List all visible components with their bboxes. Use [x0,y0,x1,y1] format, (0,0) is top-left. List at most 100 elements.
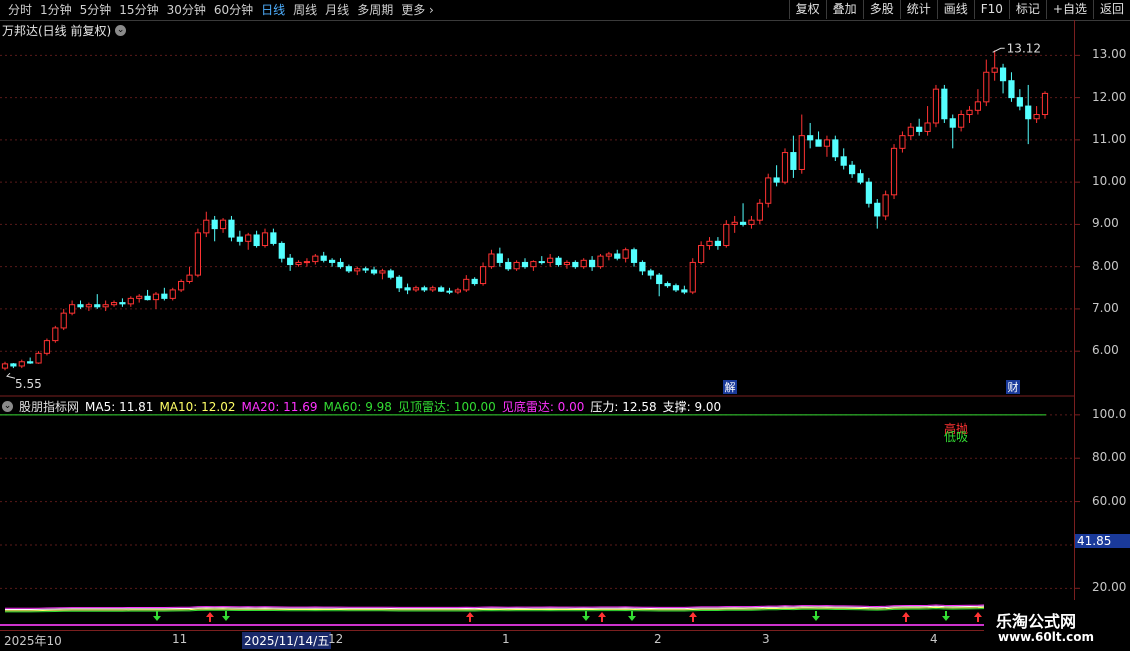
kline-chart[interactable]: 13.125.55 解财高抛低吸 [0,0,1130,650]
candle-body [714,240,722,247]
candle-body [471,278,478,285]
candle-body [136,295,143,299]
price-tick-label: 6.00 [1092,343,1119,358]
candle-body [194,232,202,276]
candle-body [127,297,134,305]
price-tick-label: 11.00 [1092,131,1127,146]
candle-body [798,135,805,170]
candle-body [404,287,411,291]
candle-body [496,253,503,263]
candle-body [731,221,738,225]
candle-body [354,268,361,272]
candle-body [412,287,420,291]
candle-body [219,219,227,230]
candle-body [983,71,990,103]
candle-body [513,261,520,270]
candle-body [857,173,864,183]
candle-body [932,88,940,124]
candle-body [446,290,453,293]
candle-body [1041,92,1049,116]
candle-body [295,261,302,266]
indicator-tick-label: 20.00 [1092,580,1127,595]
date-label: 2025/11/14/五 [242,632,332,649]
candle-body [723,223,730,247]
candle-body [790,152,797,170]
candle-body [865,181,872,204]
candle-body [27,361,34,364]
candle-body [362,268,369,271]
candle-body [345,266,352,272]
candle-body [245,234,252,242]
candle-body [312,255,319,263]
candle-body [748,219,755,225]
candle-body [538,261,545,264]
sell-arrow-icon [812,616,820,621]
candle-body [161,293,168,299]
candle-body [18,361,25,367]
candle-body [597,255,604,268]
sell-arrow-icon [628,616,636,621]
candle-body [882,194,889,217]
date-label: 2025年10 [4,634,62,648]
candle-body [874,202,881,217]
date-label: 4 [930,632,938,646]
candle-body [815,139,822,147]
candle-body [974,101,982,111]
candle-body [186,274,193,282]
candle-body [547,257,554,263]
date-label: 12 [328,632,344,646]
candle-body [563,261,571,266]
date-label: 2 [654,632,662,646]
candle-body [848,164,856,175]
watermark-url: www.60lt.com [998,630,1095,644]
candle-body [781,152,789,183]
candle-body [1008,80,1015,99]
date-label: 3 [762,632,770,646]
price-tick-label: 10.00 [1092,174,1127,189]
candle-body [1033,114,1040,120]
candle-body [1016,97,1023,107]
candle-body [68,304,76,314]
candle-body [337,261,344,268]
candle-body [35,352,42,364]
candle-body [396,276,403,289]
candle-body [639,261,646,272]
candle-body [958,114,965,128]
candle-body [152,293,160,301]
price-tick-label: 8.00 [1092,258,1119,273]
candle-body [203,219,210,234]
candle-body [211,219,218,230]
candle-body [907,126,914,137]
candle-body [572,261,579,268]
candle-body [773,177,780,183]
candle-body [840,156,847,166]
candle-body [656,274,663,285]
candle-body [555,257,562,266]
sell-arrow-icon [153,616,161,621]
candle-body [949,118,956,128]
sell-arrow-icon [222,616,230,621]
price-tick-label: 12.00 [1092,89,1127,104]
candle-body [270,232,277,244]
sell-arrow-icon [942,616,950,621]
event-marker: 财 [1008,380,1019,394]
candle-body [228,219,235,238]
price-tick-label: 13.00 [1092,47,1127,62]
indicator-tick-label: 80.00 [1092,450,1127,465]
date-axis: 2025年10 11 2025/11/14/五 12 1 2 3 4 [0,630,1074,651]
candle-body [43,340,51,354]
event-marker: 解 [725,380,736,394]
candle-body [169,289,176,299]
candle-body [664,283,671,287]
candle-body [614,253,621,259]
candle-body [505,261,512,270]
candle-body [530,261,537,268]
candle-body [379,270,386,274]
candle-body [941,88,948,120]
indicator-tick-label: 60.00 [1092,493,1127,508]
candle-body [999,67,1007,82]
candle-body [52,327,59,342]
candle-body [765,177,772,204]
indicator-tick-label: 100.0 [1092,406,1127,421]
candle-body [454,289,462,293]
